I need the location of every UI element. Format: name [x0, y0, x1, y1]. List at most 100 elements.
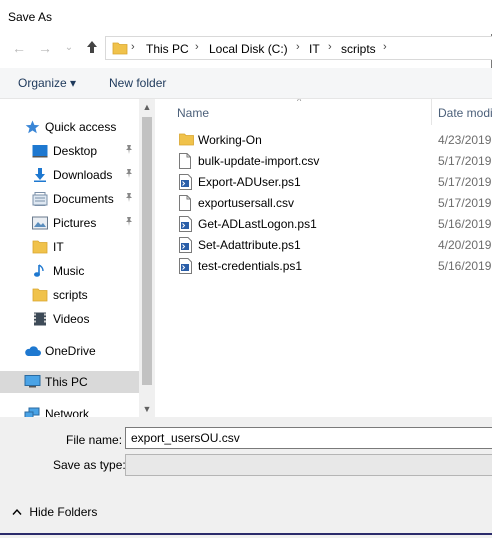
music-icon — [32, 264, 48, 278]
file-list: ^ Name Date modi Working-On 4/23/2019 bu… — [157, 99, 492, 417]
cloud-icon — [24, 344, 41, 358]
file-name-label: File name: — [66, 433, 123, 447]
column-header-name[interactable]: Name — [177, 106, 209, 120]
file-date: 4/23/2019 — [438, 133, 492, 147]
organize-button[interactable]: Organize ▾ — [18, 76, 76, 90]
sidebar-item-onedrive[interactable]: OneDrive — [0, 340, 139, 362]
sidebar-item-music[interactable]: Music — [0, 260, 139, 282]
powershell-script-icon — [179, 174, 193, 190]
file-date: 5/16/2019 — [438, 259, 492, 273]
folder-icon — [32, 240, 48, 254]
file-row[interactable]: test-credentials.ps1 5/16/2019 — [157, 256, 492, 277]
save-as-type-dropdown[interactable] — [125, 454, 492, 476]
file-name: Export-ADUser.ps1 — [198, 175, 301, 189]
sidebar-item-label: scripts — [53, 288, 88, 302]
sidebar-item-this-pc[interactable]: This PC — [0, 371, 139, 393]
file-name: exportusersall.csv — [198, 196, 295, 210]
sidebar-item-label: Music — [53, 264, 85, 278]
window-bottom-edge — [0, 533, 492, 535]
file-name: Set-Adattribute.ps1 — [198, 238, 301, 252]
download-icon — [32, 168, 48, 182]
sidebar-item-label: Desktop — [53, 144, 98, 158]
file-name-input[interactable] — [125, 427, 492, 449]
file-row[interactable]: Set-Adattribute.ps1 4/20/2019 — [157, 235, 492, 256]
toolbar: Organize ▾ New folder — [0, 68, 492, 99]
file-date: 4/20/2019 — [438, 238, 492, 252]
column-header-date-modified[interactable]: Date modi — [438, 106, 492, 120]
file-row[interactable]: bulk-update-import.csv 5/17/2019 — [157, 151, 492, 172]
computer-icon — [24, 375, 41, 389]
star-icon — [25, 120, 41, 134]
file-date: 5/17/2019 — [438, 175, 492, 189]
breadcrumb-local-disk[interactable]: Local Disk (C:) — [209, 42, 288, 56]
file-name: Working-On — [198, 133, 262, 147]
file-name: Get-ADLastLogon.ps1 — [198, 217, 317, 231]
scroll-down-arrow-icon[interactable]: ▼ — [139, 401, 155, 417]
pin-icon — [124, 168, 134, 181]
sidebar-item-documents[interactable]: Documents — [0, 188, 139, 210]
address-bar[interactable]: › This PC › Local Disk (C:) › IT › scrip… — [105, 36, 492, 60]
videos-icon — [32, 312, 48, 326]
sidebar-item-label: Quick access — [45, 120, 117, 134]
sidebar-item-label: Network — [45, 407, 90, 417]
pin-icon — [124, 216, 134, 229]
scroll-up-arrow-icon[interactable]: ▲ — [139, 99, 155, 115]
pin-icon — [124, 192, 134, 205]
recent-locations-icon[interactable]: ⌄ — [60, 42, 78, 53]
documents-icon — [32, 192, 48, 206]
powershell-script-icon — [179, 237, 193, 253]
powershell-script-icon — [179, 216, 193, 232]
sidebar-item-label: Downloads — [53, 168, 113, 182]
network-icon — [24, 407, 40, 417]
sidebar-item-scripts[interactable]: scripts — [0, 284, 139, 306]
file-date: 5/17/2019 — [438, 196, 492, 210]
save-as-dialog: Save As ← → ⌄ › This PC › Local Disk (C:… — [0, 0, 492, 538]
back-arrow-icon[interactable]: ← — [10, 40, 28, 56]
breadcrumb-separator: › — [328, 41, 332, 53]
dialog-footer: Hide Folders — [0, 497, 492, 538]
sidebar-item-downloads[interactable]: Downloads — [0, 164, 139, 186]
sidebar-item-label: OneDrive — [45, 344, 96, 358]
file-date: 5/17/2019 — [438, 154, 492, 168]
breadcrumb-separator: › — [131, 41, 135, 53]
title-bar: Save As — [0, 0, 492, 34]
column-divider[interactable] — [431, 99, 432, 125]
folder-icon — [112, 41, 128, 55]
save-as-type-label: Save as type: — [53, 458, 126, 472]
forward-arrow-icon[interactable]: → — [36, 40, 54, 56]
file-row[interactable]: exportusersall.csv 5/17/2019 — [157, 193, 492, 214]
sidebar-item-quick-access[interactable]: Quick access — [0, 116, 139, 138]
sidebar-item-desktop[interactable]: Desktop — [0, 140, 139, 162]
window-title: Save As — [8, 10, 53, 24]
new-folder-button[interactable]: New folder — [109, 76, 166, 90]
sidebar-item-label: IT — [53, 240, 64, 254]
sort-ascending-icon: ^ — [297, 99, 302, 106]
sidebar-item-pictures[interactable]: Pictures — [0, 212, 139, 234]
sidebar-item-label: Videos — [53, 312, 90, 326]
sidebar-item-videos[interactable]: Videos — [0, 308, 139, 330]
file-date: 5/16/2019 — [438, 217, 492, 231]
desktop-icon — [32, 144, 48, 158]
breadcrumb-separator: › — [296, 41, 300, 53]
breadcrumb-scripts[interactable]: scripts — [341, 42, 376, 56]
file-row[interactable]: Get-ADLastLogon.ps1 5/16/2019 — [157, 214, 492, 235]
file-name: test-credentials.ps1 — [198, 259, 303, 273]
nav-pane-scrollbar[interactable]: ▲ ▼ — [139, 99, 155, 417]
sidebar-item-label: This PC — [45, 375, 88, 389]
pictures-icon — [32, 216, 48, 230]
hide-folders-button[interactable]: Hide Folders — [12, 505, 97, 519]
up-folder-icon[interactable] — [83, 40, 101, 57]
file-row[interactable]: Working-On 4/23/2019 — [157, 130, 492, 151]
sidebar-item-network[interactable]: Network — [0, 403, 139, 417]
file-row[interactable]: Export-ADUser.ps1 5/17/2019 — [157, 172, 492, 193]
breadcrumb-separator: › — [383, 41, 387, 53]
sidebar-item-label: Documents — [53, 192, 114, 206]
breadcrumb-this-pc[interactable]: This PC — [146, 42, 189, 56]
scroll-thumb[interactable] — [142, 117, 152, 385]
breadcrumb-it[interactable]: IT — [309, 42, 320, 56]
sidebar-item-label: Pictures — [53, 216, 97, 230]
csv-file-icon — [179, 153, 193, 169]
sidebar-item-it[interactable]: IT — [0, 236, 139, 258]
powershell-script-icon — [179, 258, 193, 274]
file-name: bulk-update-import.csv — [198, 154, 320, 168]
